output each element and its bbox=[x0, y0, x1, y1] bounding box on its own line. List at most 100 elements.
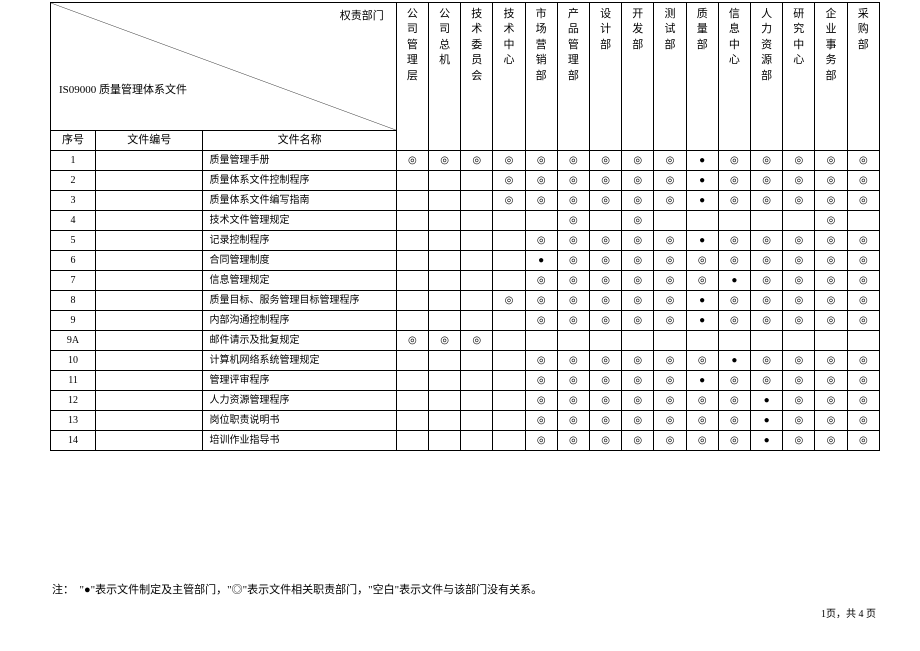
mark-cell: ◎ bbox=[622, 371, 654, 391]
mark-cell bbox=[396, 431, 428, 451]
mark-cell bbox=[589, 331, 621, 351]
mark-cell bbox=[396, 391, 428, 411]
mark-cell: ◎ bbox=[589, 371, 621, 391]
table-row: 5记录控制程序◎◎◎◎◎●◎◎◎◎◎ bbox=[51, 231, 880, 251]
mark-cell: ◎ bbox=[589, 311, 621, 331]
mark-cell: ◎ bbox=[783, 431, 815, 451]
mark-cell bbox=[461, 311, 493, 331]
mark-cell: ◎ bbox=[557, 311, 589, 331]
mark-cell: ◎ bbox=[847, 291, 879, 311]
mark-cell: ◎ bbox=[557, 391, 589, 411]
mark-cell: ◎ bbox=[557, 371, 589, 391]
mark-cell: ◎ bbox=[493, 191, 525, 211]
cell-seq: 10 bbox=[51, 351, 96, 371]
mark-cell: ◎ bbox=[815, 171, 847, 191]
table-row: 12人力资源管理程序◎◎◎◎◎◎◎●◎◎◎ bbox=[51, 391, 880, 411]
mark-cell bbox=[654, 331, 686, 351]
header-name: 文件名称 bbox=[203, 131, 396, 151]
dept-header-10: 信息中心 bbox=[718, 3, 750, 151]
mark-cell: ◎ bbox=[589, 271, 621, 291]
mark-cell: ◎ bbox=[525, 151, 557, 171]
mark-cell bbox=[557, 331, 589, 351]
cell-name: 质量体系文件编写指南 bbox=[203, 191, 396, 211]
dept-header-0: 公司管理层 bbox=[396, 3, 428, 151]
mark-cell: ◎ bbox=[589, 431, 621, 451]
mark-cell bbox=[428, 171, 460, 191]
mark-cell: ● bbox=[718, 271, 750, 291]
cell-num bbox=[96, 231, 203, 251]
mark-cell: ◎ bbox=[847, 271, 879, 291]
mark-cell: ◎ bbox=[525, 231, 557, 251]
mark-cell: ● bbox=[751, 431, 783, 451]
mark-cell: ◎ bbox=[428, 331, 460, 351]
mark-cell: ◎ bbox=[654, 291, 686, 311]
dept-header-2: 技术委员会 bbox=[461, 3, 493, 151]
mark-cell: ◎ bbox=[525, 411, 557, 431]
mark-cell: ◎ bbox=[751, 311, 783, 331]
mark-cell: ◎ bbox=[718, 391, 750, 411]
mark-cell: ◎ bbox=[557, 251, 589, 271]
table-row: 1质量管理手册◎◎◎◎◎◎◎◎◎●◎◎◎◎◎ bbox=[51, 151, 880, 171]
table-row: 6合同管理制度●◎◎◎◎◎◎◎◎◎◎ bbox=[51, 251, 880, 271]
mark-cell bbox=[461, 191, 493, 211]
mark-cell bbox=[783, 211, 815, 231]
mark-cell: ◎ bbox=[557, 211, 589, 231]
cell-name: 邮件请示及批复规定 bbox=[203, 331, 396, 351]
table-row: 11管理评审程序◎◎◎◎◎●◎◎◎◎◎ bbox=[51, 371, 880, 391]
mark-cell bbox=[783, 331, 815, 351]
mark-cell: ◎ bbox=[622, 231, 654, 251]
mark-cell bbox=[493, 271, 525, 291]
mark-cell: ◎ bbox=[654, 371, 686, 391]
mark-cell bbox=[396, 171, 428, 191]
mark-cell bbox=[589, 211, 621, 231]
mark-cell bbox=[493, 431, 525, 451]
mark-cell: ◎ bbox=[622, 211, 654, 231]
mark-cell: ◎ bbox=[815, 251, 847, 271]
dept-header-6: 设计部 bbox=[589, 3, 621, 151]
mark-cell: ◎ bbox=[396, 151, 428, 171]
mark-cell bbox=[815, 331, 847, 351]
mark-cell: ● bbox=[686, 171, 718, 191]
cell-name: 信息管理规定 bbox=[203, 271, 396, 291]
mark-cell bbox=[718, 211, 750, 231]
mark-cell bbox=[461, 291, 493, 311]
cell-num bbox=[96, 351, 203, 371]
mark-cell: ◎ bbox=[622, 391, 654, 411]
mark-cell: ◎ bbox=[686, 411, 718, 431]
mark-cell: ◎ bbox=[686, 251, 718, 271]
mark-cell bbox=[525, 331, 557, 351]
mark-cell: ◎ bbox=[461, 331, 493, 351]
mark-cell: ◎ bbox=[847, 371, 879, 391]
mark-cell: ◎ bbox=[428, 151, 460, 171]
cell-seq: 11 bbox=[51, 371, 96, 391]
mark-cell: ● bbox=[686, 311, 718, 331]
mark-cell: ◎ bbox=[654, 231, 686, 251]
mark-cell: ◎ bbox=[461, 151, 493, 171]
mark-cell bbox=[428, 311, 460, 331]
mark-cell: ◎ bbox=[847, 251, 879, 271]
mark-cell bbox=[493, 371, 525, 391]
mark-cell: ◎ bbox=[525, 431, 557, 451]
mark-cell bbox=[493, 331, 525, 351]
header-seq: 序号 bbox=[51, 131, 96, 151]
mark-cell bbox=[461, 211, 493, 231]
mark-cell: ◎ bbox=[654, 171, 686, 191]
mark-cell: ◎ bbox=[718, 371, 750, 391]
cell-num bbox=[96, 211, 203, 231]
mark-cell bbox=[396, 251, 428, 271]
mark-cell: ◎ bbox=[718, 291, 750, 311]
dept-header-5: 产品管理部 bbox=[557, 3, 589, 151]
cell-num bbox=[96, 171, 203, 191]
cell-num bbox=[96, 391, 203, 411]
cell-name: 管理评审程序 bbox=[203, 371, 396, 391]
mark-cell: ◎ bbox=[783, 311, 815, 331]
mark-cell: ◎ bbox=[783, 391, 815, 411]
mark-cell: ◎ bbox=[654, 351, 686, 371]
mark-cell bbox=[718, 331, 750, 351]
mark-cell bbox=[493, 311, 525, 331]
cell-name: 岗位职责说明书 bbox=[203, 411, 396, 431]
table-row: 2质量体系文件控制程序◎◎◎◎◎◎●◎◎◎◎◎ bbox=[51, 171, 880, 191]
cell-name: 质量管理手册 bbox=[203, 151, 396, 171]
mark-cell: ◎ bbox=[847, 411, 879, 431]
mark-cell: ◎ bbox=[493, 171, 525, 191]
